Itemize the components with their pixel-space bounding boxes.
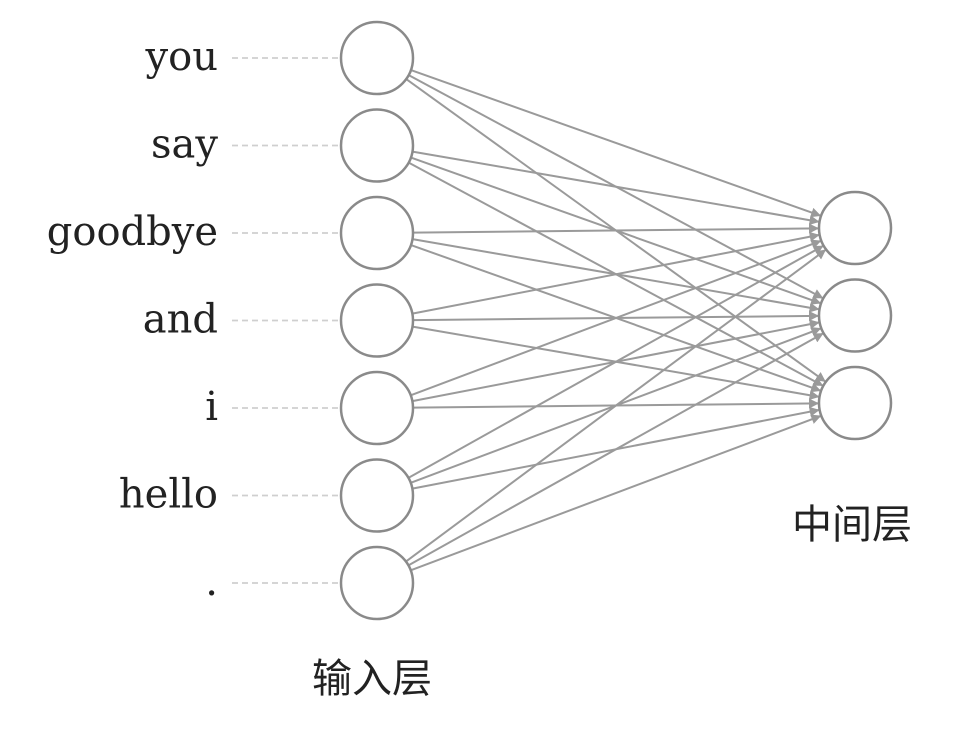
input-layer-label: 输入层: [312, 656, 432, 702]
input-neuron: [339, 108, 415, 183]
input-word-labels: you say goodbye and i hello.: [47, 34, 219, 605]
edge-4-0: [410, 239, 822, 397]
hidden-layer-label: 中间层: [792, 502, 912, 548]
edge-6-0: [405, 249, 827, 563]
neural-network-diagram: you say goodbye and i hello. 输入层 中间层: [47, 20, 912, 702]
edge-6-2: [410, 414, 822, 572]
edge-5-0: [407, 245, 824, 479]
hidden-neuron: [817, 278, 893, 353]
connection-edges: [405, 69, 827, 572]
edge-6-1: [407, 332, 824, 567]
word-connector-dashes: [232, 57, 340, 584]
input-word-label: and: [143, 297, 218, 343]
edge-1-0: [412, 150, 820, 226]
hidden-neuron: [817, 365, 893, 441]
input-word-label: you: [145, 34, 218, 80]
input-layer-neurons: [339, 20, 415, 621]
input-neuron: [339, 370, 415, 446]
input-neuron: [339, 545, 415, 621]
input-neuron: [339, 458, 415, 533]
edge-0-0: [410, 69, 822, 218]
hidden-layer-neurons: [817, 190, 893, 441]
input-neuron: [339, 20, 415, 96]
input-word-label: say: [151, 122, 218, 168]
input-word-label: .: [205, 559, 218, 605]
edge-3-0: [412, 231, 820, 315]
input-word-label: i: [205, 384, 218, 430]
hidden-neuron: [817, 190, 893, 266]
input-neuron: [339, 195, 415, 271]
input-word-label: goodbye: [47, 209, 218, 255]
input-neuron: [339, 283, 415, 358]
input-word-label: hello: [119, 472, 218, 518]
